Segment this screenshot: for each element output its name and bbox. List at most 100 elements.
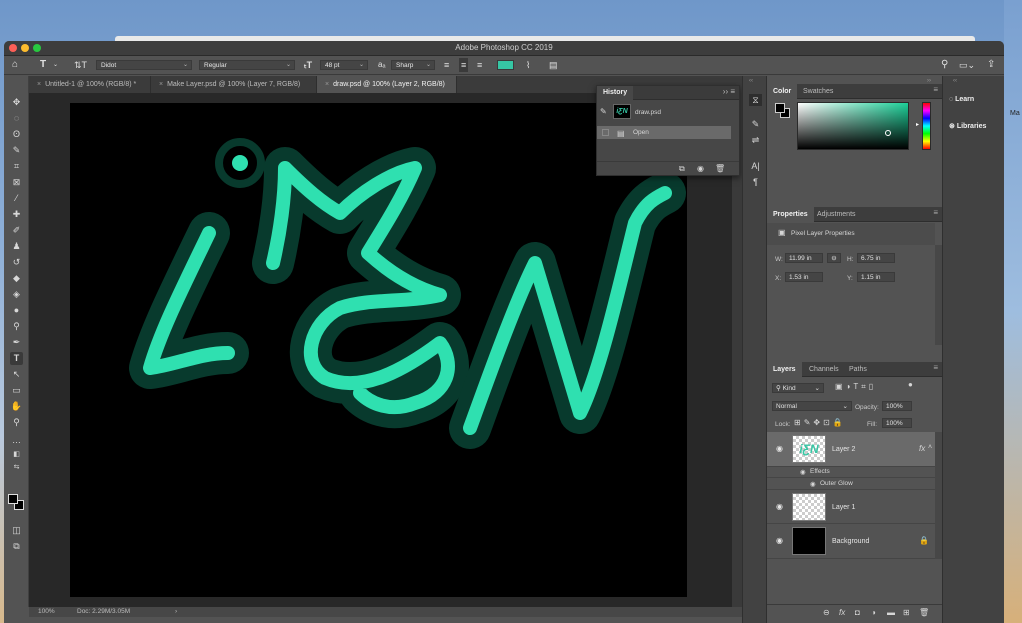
dodge-tool-icon[interactable]: ⚲ [10,320,23,333]
y-field[interactable]: 1.15 in [857,272,895,282]
blur-tool-icon[interactable]: ● [10,304,23,317]
close-icon[interactable]: × [159,81,163,88]
trash-icon[interactable]: 🗑 [919,608,929,617]
history-brush-tool-icon[interactable]: ↺ [10,256,23,269]
zoom-level[interactable]: 100% [38,607,55,617]
paragraph-panel-icon[interactable]: ¶ [749,176,762,188]
panel-menu-icon[interactable]: ›› ≡ [723,87,735,96]
visibility-eye-icon[interactable]: ◉ [776,444,783,453]
tab-properties[interactable]: Properties [767,207,814,222]
path-selection-tool-icon[interactable]: ↖ [10,368,23,381]
panel-menu-icon[interactable]: ≡ [933,85,938,94]
stamp-tool-icon[interactable]: ♟ [10,240,23,253]
tab-make-layer[interactable]: × Make Layer.psd @ 100% (Layer 7, RGB/8) [151,76,317,93]
color-picker-cursor[interactable] [885,130,891,136]
tab-channels[interactable]: Channels [803,362,845,377]
effects-row[interactable]: ◉ Effects [767,467,935,478]
layer-row-layer-1[interactable]: ◉ Layer 1 [767,490,935,524]
status-menu-arrow[interactable]: › [175,607,177,617]
home-icon[interactable]: ⌂ [12,58,18,72]
tab-draw[interactable]: × draw.psd @ 100% (Layer 2, RGB/8) [317,76,457,93]
filter-toggle-icon[interactable]: ● [908,380,913,389]
camera-icon[interactable]: ◉ [697,164,704,173]
foreground-color-swatch[interactable] [8,494,18,504]
mask-icon[interactable]: ◘ [855,608,860,617]
color-picker-swatches[interactable] [7,493,27,513]
layer-name[interactable]: Layer 2 [832,446,855,453]
blend-mode-select[interactable]: Normal ⌄ [772,401,852,411]
x-field[interactable]: 1.53 in [785,272,823,282]
layer-effects-badge[interactable]: fx [919,444,925,453]
width-field[interactable]: 11.99 in [785,253,823,263]
character-panel-icon[interactable]: ▤ [549,58,558,72]
chevron-down-icon[interactable]: ⌄ [53,58,58,72]
document-canvas[interactable] [70,103,687,597]
type-tool-preset-icon[interactable]: T [40,58,46,72]
history-tab[interactable]: History [597,86,634,100]
visibility-eye-icon[interactable]: ◉ [800,468,806,476]
history-panel-icon[interactable]: ⧖ [749,94,762,106]
adjustment-icon[interactable]: ◑ [871,608,876,617]
lasso-tool-icon[interactable]: ʘ [10,128,23,141]
crop-tool-icon[interactable]: ⌗ [10,160,23,173]
eyedropper-tool-icon[interactable]: ⁄ [10,192,23,205]
link-icon[interactable]: ⊖ [823,608,830,617]
fx-icon[interactable]: fx [839,608,845,617]
chevron-up-icon[interactable]: ˄ [928,444,932,451]
hand-tool-icon[interactable]: ✋ [10,400,23,413]
new-document-icon[interactable]: ⧉ [679,164,685,174]
antialias-select[interactable]: Sharp ⌄ [391,60,435,70]
libraries-button[interactable]: ⊛ Libraries [949,122,986,130]
fill-field[interactable]: 100% [882,418,912,428]
height-field[interactable]: 6.75 in [857,253,895,263]
pen-tool-icon[interactable]: ✒ [10,336,23,349]
search-icon[interactable]: ⚲ [941,58,948,72]
warp-text-icon[interactable]: ⌇ [526,58,530,72]
paint-bucket-tool-icon[interactable]: ◈ [10,288,23,301]
trash-icon[interactable]: 🗑 [715,164,725,173]
font-family-select[interactable]: Didot ⌄ [96,60,192,70]
font-style-select[interactable]: Regular ⌄ [199,60,295,70]
visibility-eye-icon[interactable]: ◉ [810,480,816,488]
foreground-color-swatch[interactable] [775,103,785,113]
workspace-icon[interactable]: ▭⌄ [959,58,975,72]
frame-tool-icon[interactable]: ⊠ [10,176,23,189]
marquee-tool-icon[interactable]: ◌ [10,112,23,125]
type-tool-icon[interactable]: T [10,352,23,365]
opacity-field[interactable]: 100% [882,401,912,411]
panel-menu-icon[interactable]: ≡ [933,208,938,217]
align-left-icon[interactable]: ≡ [444,58,449,72]
toggle-text-orientation-icon[interactable]: ⇅T [74,58,87,72]
zoom-tool-icon[interactable]: ⚲ [10,416,23,429]
new-layer-icon[interactable]: ⊞ [903,608,910,617]
layer-row-layer-2[interactable]: ◉ iƸN Layer 2 fx ˄ [767,432,935,467]
close-icon[interactable]: × [325,81,329,88]
hue-slider-arrow[interactable]: ▸ [916,121,919,128]
layer-row-background[interactable]: ◉ Background 🔒 [767,524,935,559]
brush-tool-icon[interactable]: ✐ [10,224,23,237]
move-tool-icon[interactable]: ✥ [10,96,23,109]
font-size-select[interactable]: 48 pt ⌄ [320,60,368,70]
visibility-eye-icon[interactable]: ◉ [776,502,783,511]
history-brush-icon[interactable]: ✎ [600,107,607,116]
share-icon[interactable]: ⇪ [987,58,995,72]
tab-layers[interactable]: Layers [767,362,802,377]
layer-filter-select[interactable]: ⚲ Kind ⌄ [772,383,824,393]
tab-untitled[interactable]: × Untitled-1 @ 100% (RGB/8) * [29,76,151,93]
tab-adjustments[interactable]: Adjustments [811,207,862,222]
learn-button[interactable]: ◌ Learn [949,96,974,103]
tab-color[interactable]: Color [767,84,798,99]
healing-brush-tool-icon[interactable]: ✚ [10,208,23,221]
outer-glow-row[interactable]: ◉ Outer Glow [767,478,935,490]
quick-select-tool-icon[interactable]: ✎ [10,144,23,157]
history-source-checkbox[interactable] [602,129,609,136]
layer-name[interactable]: Layer 1 [832,504,855,511]
layer-name[interactable]: Background [832,538,869,545]
default-colors-icon[interactable]: ◧ ⇆ [10,448,23,471]
character-panel-icon[interactable]: A| [749,160,762,172]
folder-icon[interactable]: ▬ [887,608,895,617]
eraser-tool-icon[interactable]: ◆ [10,272,23,285]
close-icon[interactable]: × [37,81,41,88]
tab-paths[interactable]: Paths [843,362,873,377]
link-dimensions-icon[interactable]: ⊖ [827,253,841,263]
